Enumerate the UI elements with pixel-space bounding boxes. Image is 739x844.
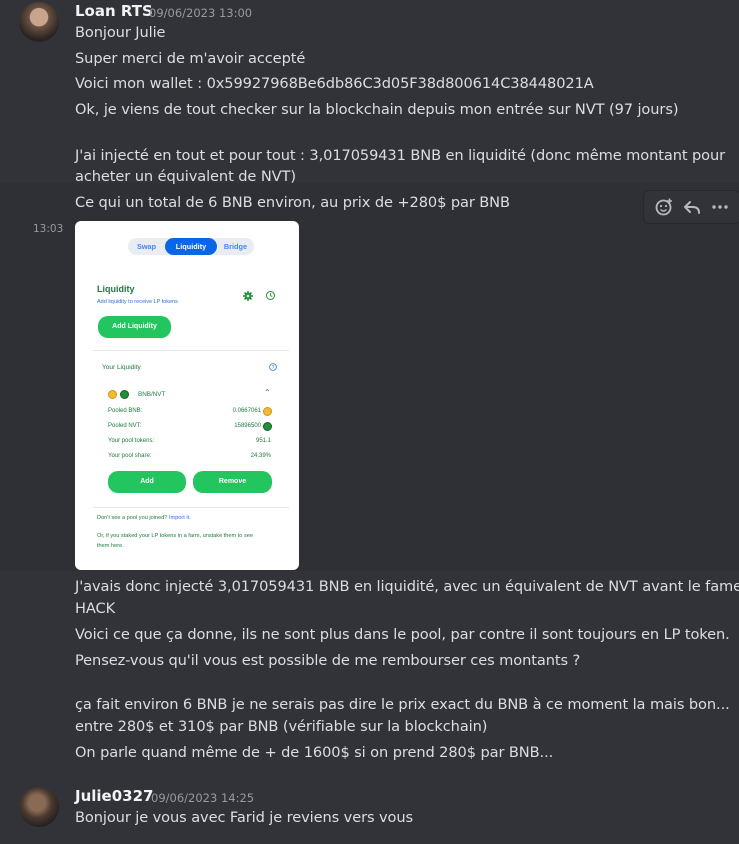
unstake-hint-text: Or, if you staked your LP tokens in a fa… [97, 533, 253, 539]
message-text: HACK [75, 600, 116, 617]
pair-label: BNB/NVT [138, 391, 166, 398]
message-text: Super merci de m'avoir accepté [75, 50, 306, 67]
pooled-bnb-label: Pooled BNB: [108, 408, 143, 414]
help-icon: ? [269, 363, 277, 371]
tab-bridge: Bridge [223, 242, 248, 251]
gear-icon [243, 291, 253, 301]
avatar[interactable] [19, 787, 59, 827]
divider [93, 507, 289, 508]
message-text: Bonjour Julie [75, 24, 166, 41]
add-button: Add [108, 471, 186, 493]
history-icon [266, 291, 275, 300]
pooled-nvt-value: 15896500 [234, 423, 261, 429]
message-text: Ce qui un total de 6 BNB environ, au pri… [75, 194, 510, 211]
message-actions-toolbar [643, 190, 739, 224]
message-text: Voici ce que ça donne, ils ne sont plus … [75, 626, 730, 643]
bnb-icon [108, 390, 117, 399]
message-text: On parle quand même de + de 1600$ si on … [75, 744, 554, 761]
more-icon[interactable] [708, 195, 732, 219]
message-text: Pensez-vous qu'il vous est possible de m… [75, 652, 581, 669]
tab-swap: Swap [137, 242, 157, 251]
import-hint-text: Don't see a pool you joined? [97, 515, 168, 521]
message-text: ça fait environ 6 BNB je ne serais pas d… [75, 696, 730, 713]
avatar[interactable] [19, 2, 59, 42]
pool-tokens-label: Your pool tokens: [108, 438, 155, 444]
divider [93, 350, 289, 351]
your-liquidity-label: Your Liquidity [102, 364, 141, 371]
pool-tokens-value: 951.1 [255, 438, 271, 444]
remove-button: Remove [193, 471, 272, 493]
tab-liquidity: Liquidity [165, 238, 217, 255]
bnb-icon [263, 407, 272, 416]
liquidity-subtitle: Add liquidity to receive LP tokens [97, 299, 178, 305]
username[interactable]: Loan RTS [75, 2, 153, 20]
message-timestamp: 09/06/2023 13:00 [149, 6, 253, 20]
svg-text:?: ? [272, 365, 275, 371]
message-timestamp: 09/06/2023 14:25 [151, 791, 255, 805]
add-reaction-icon[interactable] [652, 195, 676, 219]
unstake-hint-text-2: them here. [97, 542, 124, 549]
username[interactable]: Julie0327 [75, 787, 153, 805]
reply-icon[interactable] [680, 195, 704, 219]
tab-bar: Swap Liquidity Bridge [128, 238, 254, 255]
nvt-icon [263, 422, 272, 431]
attached-screenshot[interactable]: Swap Liquidity Bridge Liquidity Add liqu… [75, 221, 299, 570]
message-text: Voici mon wallet : 0x59927968Be6db86C3d0… [75, 75, 594, 92]
pool-share-value: 24.39% [250, 453, 271, 459]
import-link: Import it. [168, 515, 191, 521]
message-text: J'ai injecté en tout et pour tout : 3,01… [75, 147, 726, 164]
message-text: Ok, je viens de tout checker sur la bloc… [75, 101, 679, 118]
add-liquidity-button: Add Liquidity [98, 316, 171, 338]
pair-header: BNB/NVT [108, 390, 165, 399]
pooled-nvt-label: Pooled NVT: [108, 423, 142, 429]
message-text: acheter un équivalent de NVT) [75, 168, 296, 185]
pooled-bnb-value: 0.0667061 [232, 408, 261, 414]
message-text: J'avais donc injecté 3,017059431 BNB en … [75, 578, 739, 595]
pool-share-label: Your pool share: [108, 453, 152, 459]
liquidity-title: Liquidity [97, 284, 135, 294]
message-text: entre 280$ et 310$ par BNB (vérifiable s… [75, 718, 488, 735]
chevron-up-icon: ⌃ [264, 388, 271, 397]
message-text: Bonjour je vous avec Farid je reviens ve… [75, 809, 414, 826]
import-hint: Don't see a pool you joined? Import it. [97, 515, 191, 521]
nvt-icon [120, 390, 129, 399]
unstake-hint: Or, if you staked your LP tokens in a fa… [97, 532, 287, 551]
hover-timestamp: 13:03 [33, 223, 64, 235]
